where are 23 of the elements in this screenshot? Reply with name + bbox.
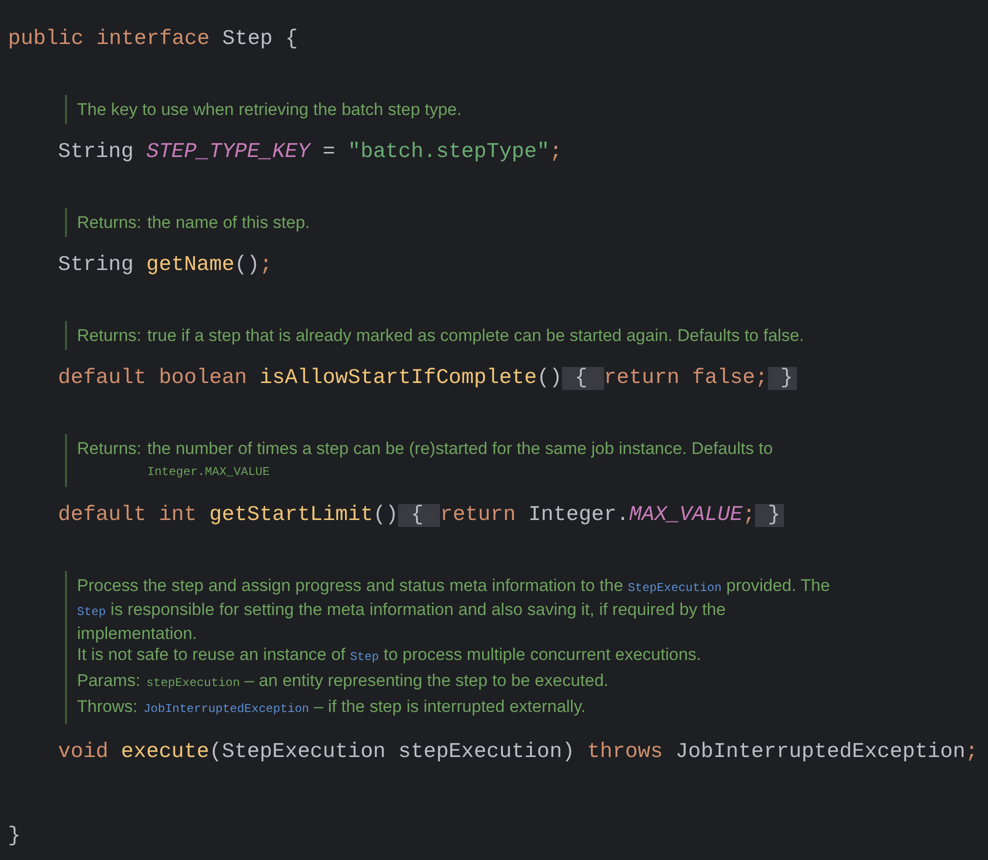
doc-tag-label: Returns: — [77, 438, 142, 460]
doc-text: implementation. — [77, 623, 198, 644]
doc-text: Process the step and assign progress and status meta information to the StepExecution provided. The — [77, 575, 830, 597]
doc-text: Integer.MAX_VALUE — [147, 464, 270, 481]
doc-text: It is not safe to reuse an instance of Step to process multiple concurrent executions. — [77, 644, 702, 666]
doc-text: The key to use when retrieving the batch step type. — [77, 99, 462, 120]
doc-text: the number of times a step can be (re)started for the same job instance. Defaults to — [147, 438, 773, 459]
doc-text: JobInterruptedException – if the step is interrupted externally. — [143, 696, 586, 718]
doc-tag-label: Throws: — [77, 696, 138, 718]
doc-tag-label: Returns: — [77, 212, 142, 233]
doc-text: Step is responsible for setting the meta information and also saving it, if required by the — [77, 599, 726, 621]
doc-text: true if a step that is already marked as complete can be started again. Defaults to false. — [147, 325, 804, 346]
code-line: String STEP_TYPE_KEY = "batch.stepType"; — [58, 140, 562, 166]
doc-text: the name of this step. — [147, 212, 310, 233]
doc-tag-label: Params: — [77, 670, 140, 692]
code-line: public interface Step { — [8, 27, 298, 53]
code-line: } — [8, 824, 21, 850]
code-line: void execute(StepExecution stepExecution) throws JobInterruptedException; — [58, 740, 978, 766]
code-line: default int getStartLimit() { return Integer.MAX_VALUE; } — [58, 501, 784, 531]
code-line: String getName(); — [58, 253, 272, 279]
doc-text: stepExecution – an entity representing the step to be executed. — [146, 670, 609, 692]
doc-tag-label: Returns: — [77, 325, 142, 346]
code-line: default boolean isAllowStartIfComplete() { return false; } — [58, 364, 797, 394]
